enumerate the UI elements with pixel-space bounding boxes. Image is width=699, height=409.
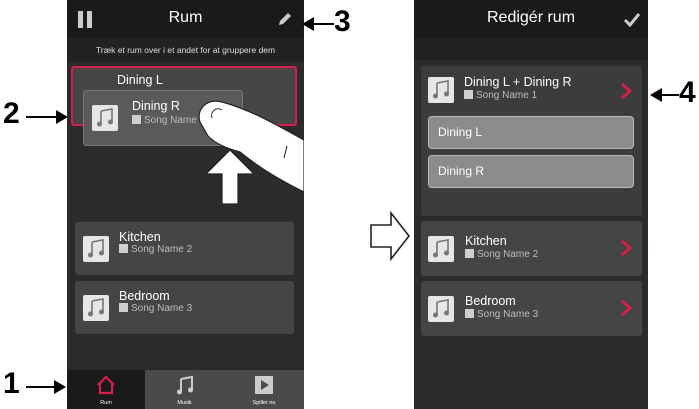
album-art [428,296,454,322]
tab-musik[interactable]: Musik [145,370,224,409]
song-name: Song Name 1 [464,90,537,101]
drag-gesture-illustration [198,100,304,204]
room-card-bedroom[interactable]: Bedroom Song Name 3 [75,281,294,334]
room-name: Dining R [132,99,180,113]
group-member-dining-l[interactable]: Dining L [428,116,634,149]
play-icon [255,376,273,394]
song-name: Song Name 2 [119,244,192,255]
room-name: Kitchen [465,234,507,248]
callout-4: 4 [679,76,696,109]
music-note-icon [177,375,193,395]
rooms-screen: Rum Træk et rum over i et andet for at g… [67,0,304,409]
album-art [83,295,109,321]
edit-pencil-icon[interactable] [277,11,293,27]
callout-2-arrowhead [56,110,68,124]
song-name: Song Name 2 [465,249,538,260]
callout-1-arrow [26,386,56,388]
grouped-room-card[interactable]: Dining L + Dining R Song Name 1 Dining L… [421,66,642,216]
group-member-dining-r[interactable]: Dining R [428,155,634,188]
chevron-right-icon[interactable] [620,299,632,317]
chevron-right-icon[interactable] [620,82,632,100]
transition-arrow-icon [370,211,411,261]
edit-rooms-screen: Redigér rum Dining L + Dining R Song Nam… [414,0,648,409]
tab-spiller-nu[interactable]: Spiller nu [224,370,304,409]
room-name: Bedroom [119,289,170,303]
callout-1-arrowhead [54,380,66,394]
checkmark-icon[interactable] [623,12,641,28]
album-art [428,236,454,262]
house-icon [97,375,115,395]
music-note-icon [88,298,104,317]
room-card-kitchen[interactable]: Kitchen Song Name 2 [75,222,294,275]
room-card-kitchen[interactable]: Kitchen Song Name 2 [421,221,642,276]
callout-2-arrow [26,116,58,118]
song-name: Song Name 3 [119,303,192,314]
page-title: Rum [168,9,203,26]
header-bar: Redigér rum [414,0,648,38]
room-card-bedroom[interactable]: Bedroom Song Name 3 [421,281,642,336]
tab-rum[interactable]: Rum [67,370,145,409]
room-name: Bedroom [465,294,516,308]
callout-1: 1 [3,367,20,400]
album-art [428,77,454,103]
group-name: Dining L + Dining R [464,75,572,89]
music-note-icon [433,239,449,258]
subheader [414,38,648,60]
tab-bar: Rum Musik Spiller nu [67,370,304,409]
room-name: Dining L [117,73,163,87]
music-note-icon [97,108,113,127]
callout-2: 2 [3,97,20,130]
callout-4-arrowhead [650,88,662,102]
album-art [83,236,109,262]
page-title: Redigér rum [486,9,576,26]
drag-hint: Træk et rum over i et andet for at grupp… [67,38,304,62]
music-note-icon [433,80,449,99]
music-note-icon [88,239,104,258]
room-name: Kitchen [119,230,161,244]
album-art [92,105,118,131]
callout-3-arrowhead [302,17,314,31]
music-note-icon [433,299,449,318]
header-bar: Rum [67,0,304,38]
callout-3: 3 [334,5,351,38]
song-name: Song Name 3 [465,309,538,320]
chevron-right-icon[interactable] [620,239,632,257]
